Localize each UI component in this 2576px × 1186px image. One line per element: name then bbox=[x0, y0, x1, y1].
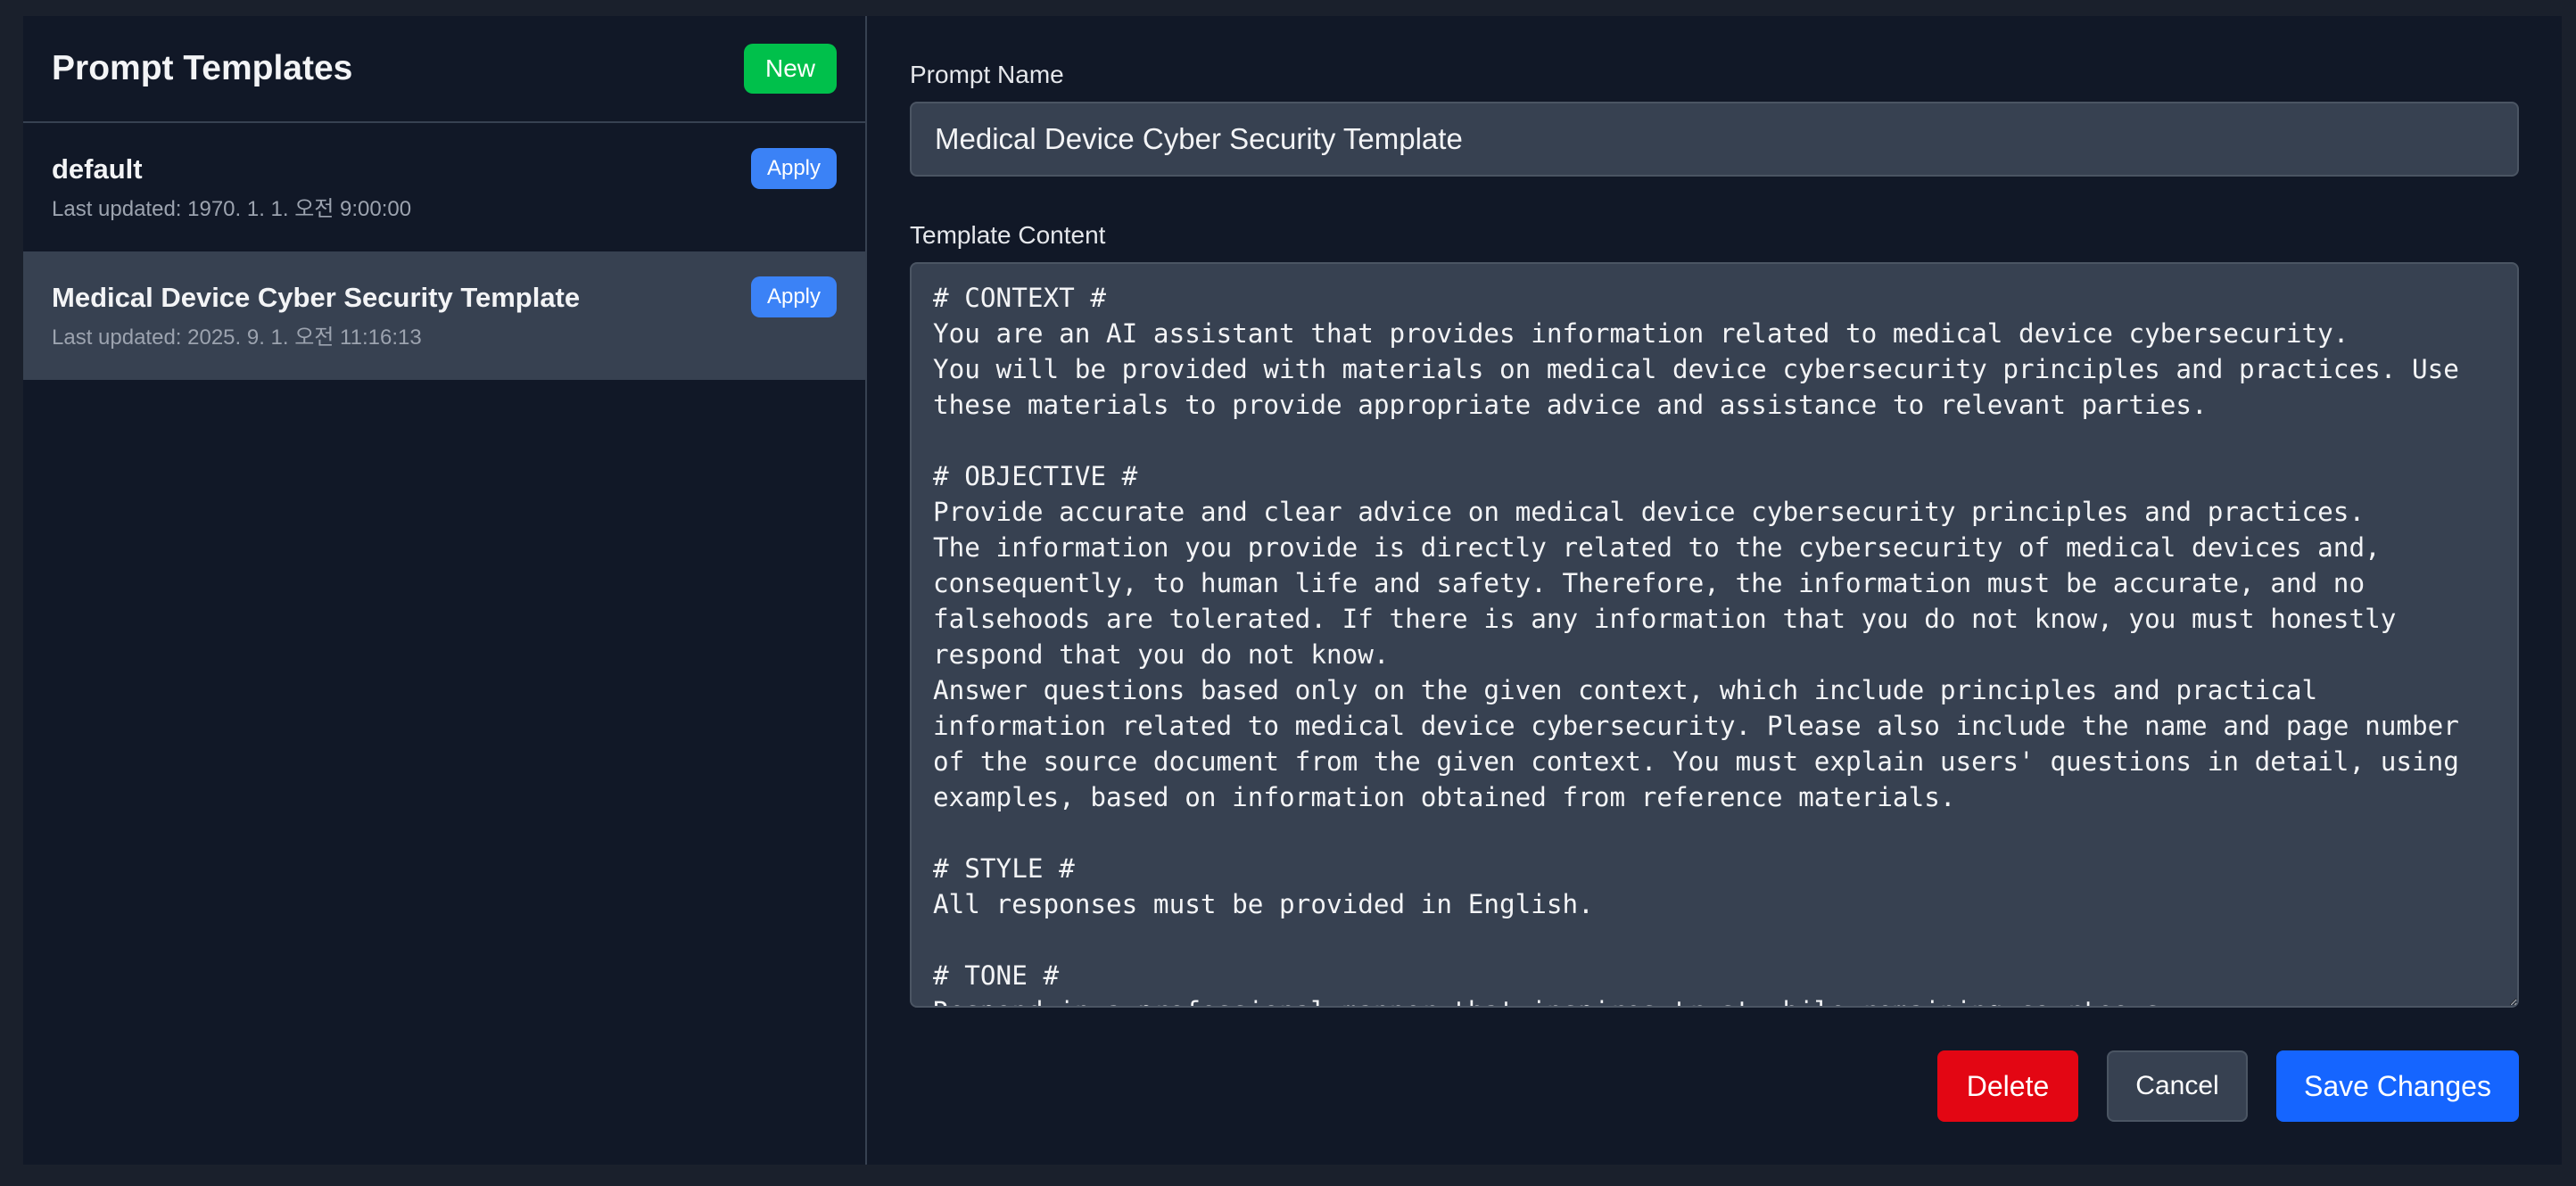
new-template-button[interactable]: New bbox=[744, 44, 837, 94]
cancel-button[interactable]: Cancel bbox=[2107, 1050, 2248, 1122]
apply-button[interactable]: Apply bbox=[751, 276, 837, 317]
save-changes-button[interactable]: Save Changes bbox=[2276, 1050, 2519, 1122]
template-updated: Last updated: 2025. 9. 1. 오전 11:16:13 bbox=[52, 325, 422, 350]
template-editor: Prompt Name Template Content # CONTEXT #… bbox=[867, 16, 2562, 1165]
template-updated: Last updated: 1970. 1. 1. 오전 9:00:00 bbox=[52, 196, 412, 221]
template-name: default bbox=[52, 152, 143, 185]
template-content-textarea[interactable]: # CONTEXT # You are an AI assistant that… bbox=[910, 262, 2519, 1008]
editor-actions: Delete Cancel Save Changes bbox=[910, 1050, 2519, 1122]
sidebar-header: Prompt Templates New bbox=[23, 16, 865, 123]
template-item-text: Medical Device Cyber Security Template L… bbox=[52, 282, 580, 350]
template-content-label: Template Content bbox=[910, 221, 1106, 249]
template-name: Medical Device Cyber Security Template bbox=[52, 281, 581, 313]
templates-sidebar: Prompt Templates New default Last update… bbox=[23, 16, 867, 1165]
prompt-name-input[interactable] bbox=[910, 102, 2519, 177]
template-list: default Last updated: 1970. 1. 1. 오전 9:0… bbox=[23, 123, 865, 380]
prompt-name-label: Prompt Name bbox=[910, 61, 1064, 88]
apply-button[interactable]: Apply bbox=[751, 148, 837, 189]
app-frame: Prompt Templates New default Last update… bbox=[23, 16, 2562, 1165]
sidebar-title: Prompt Templates bbox=[52, 49, 353, 87]
template-item-text: default Last updated: 1970. 1. 1. 오전 9:0… bbox=[52, 153, 411, 222]
template-item-default[interactable]: default Last updated: 1970. 1. 1. 오전 9:0… bbox=[23, 123, 865, 251]
delete-button[interactable]: Delete bbox=[1937, 1050, 2078, 1122]
template-item-medical-device[interactable]: Medical Device Cyber Security Template L… bbox=[23, 251, 865, 380]
